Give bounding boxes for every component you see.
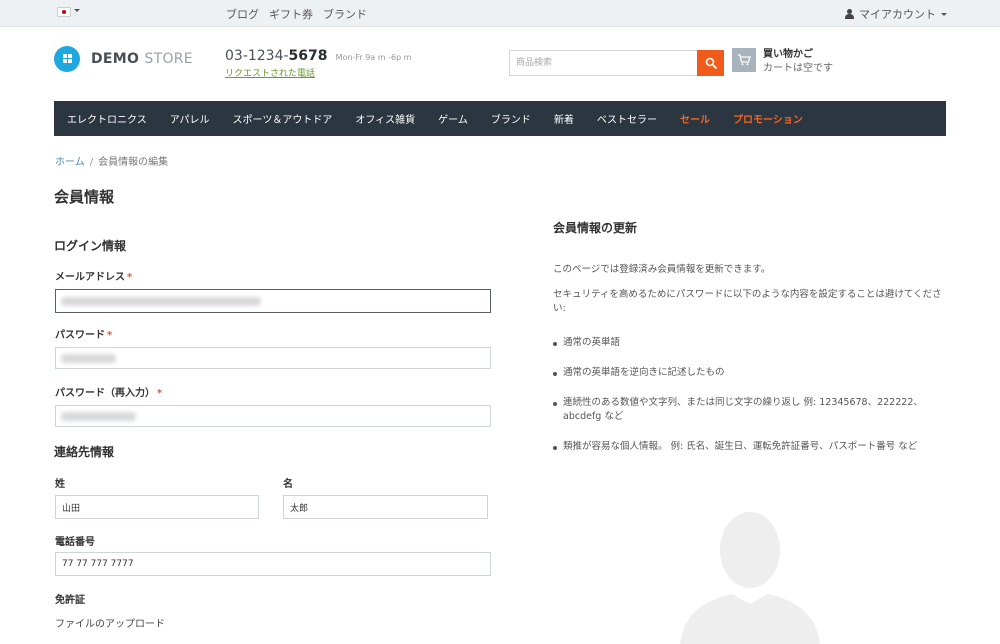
list-item: 連続性のある数値や文字列、または同じ文字の繰り返し 例: 12345678、22… <box>553 396 945 424</box>
japan-flag-icon[interactable] <box>57 7 71 17</box>
user-icon <box>845 9 854 19</box>
first-name-field[interactable] <box>283 495 488 519</box>
brand-link[interactable]: ブランド <box>323 6 367 22</box>
phone-label: 電話番号 <box>55 537 95 548</box>
store-logo[interactable]: DEMO STORE <box>54 46 193 72</box>
chevron-down-icon[interactable] <box>74 9 80 12</box>
cart[interactable]: 買い物かご カートは空です <box>732 48 833 76</box>
email-label: メールアドレス * <box>55 272 133 283</box>
list-item: 類推が容易な個人情報。 例: 氏名、誕生日、運転免許証番号、パスポート番号 など <box>553 440 945 454</box>
password-tips-list: 通常の英単語 通常の英単語を逆向きに記述したもの 連続性のある数値や文字列、また… <box>553 336 945 470</box>
top-links: ブログ ギフト券 ブランド <box>226 6 367 22</box>
search-bar <box>509 50 724 76</box>
search-input[interactable] <box>509 50 697 76</box>
password-label: パスワード * <box>55 330 113 341</box>
nav-item-electronics[interactable]: エレクトロニクス <box>67 111 147 126</box>
nav-item-new[interactable]: 新着 <box>554 111 574 126</box>
nav-item-sale[interactable]: セール <box>680 111 710 126</box>
nav-item-bestsellers[interactable]: ベストセラー <box>597 111 657 126</box>
phone-hours: Mon-Fr 9a m -6p m <box>335 53 412 62</box>
main-nav: エレクトロニクス アパレル スポーツ＆アウトドア オフィス雑貨 ゲーム ブランド… <box>54 101 946 136</box>
nav-item-office[interactable]: オフィス雑貨 <box>355 111 415 126</box>
last-name-field[interactable] <box>55 495 259 519</box>
password-confirm-redacted <box>61 412 136 421</box>
password-confirm-label: パスワード（再入力） * <box>55 388 163 399</box>
info-title: 会員情報の更新 <box>553 221 638 235</box>
list-item: 通常の英単語を逆向きに記述したもの <box>553 366 945 380</box>
logo-icon <box>54 46 80 72</box>
user-silhouette-icon <box>680 512 820 644</box>
list-item: 通常の英単語 <box>553 336 945 350</box>
email-redacted <box>61 297 261 306</box>
search-button[interactable] <box>697 50 724 76</box>
breadcrumb-home[interactable]: ホーム <box>55 157 85 168</box>
breadcrumb: ホーム / 会員情報の編集 <box>55 153 168 168</box>
cart-status: カートは空です <box>763 63 833 74</box>
my-account-menu[interactable]: マイアカウント <box>845 6 947 22</box>
last-name-label: 姓 <box>55 479 65 490</box>
login-section-title: ログイン情報 <box>54 239 127 253</box>
password-field[interactable] <box>55 347 491 369</box>
cart-title: 買い物かご <box>763 49 813 60</box>
callback-request-link[interactable]: リクエストされた電話 <box>225 66 411 79</box>
breadcrumb-current: 会員情報の編集 <box>98 157 169 168</box>
page-title: 会員情報 <box>54 188 115 206</box>
first-name-label: 名 <box>283 479 293 490</box>
logo-text: DEMO STORE <box>91 51 193 67</box>
my-account-label: マイアカウント <box>859 8 936 21</box>
contact-phone: 03-1234-5678 Mon-Fr 9a m -6p m リクエストされた電… <box>225 45 411 79</box>
license-label: 免許証 <box>55 595 85 606</box>
top-bar: ブログ ギフト券 ブランド マイアカウント <box>0 0 1000 27</box>
contact-section-title: 連絡先情報 <box>54 445 115 459</box>
nav-item-apparel[interactable]: アパレル <box>170 111 210 126</box>
blog-link[interactable]: ブログ <box>226 6 259 22</box>
file-upload-link[interactable]: ファイルのアップロード <box>55 615 165 630</box>
logo-light: STORE <box>144 51 193 67</box>
phone-number: 03-1234-5678 <box>225 48 328 64</box>
cart-summary: 買い物かご カートは空です <box>763 48 833 76</box>
password-redacted <box>61 354 116 363</box>
search-icon <box>705 57 717 69</box>
nav-item-sports[interactable]: スポーツ＆アウトドア <box>233 111 333 126</box>
cart-icon <box>732 48 756 72</box>
nav-item-games[interactable]: ゲーム <box>438 111 468 126</box>
logo-bold: DEMO <box>91 51 140 67</box>
phone-field[interactable] <box>55 552 491 576</box>
info-intro: このページでは登録済み会員情報を更新できます。 <box>553 264 771 275</box>
chevron-down-icon <box>941 12 947 16</box>
header: DEMO STORE 03-1234-5678 Mon-Fr 9a m -6p … <box>0 27 1000 101</box>
info-security-note: セキュリティを高めるためにパスワードに以下のような内容を設定することは避けてくだ… <box>553 289 942 314</box>
nav-item-promotion[interactable]: プロモーション <box>733 111 803 126</box>
breadcrumb-separator: / <box>89 157 94 168</box>
gift-card-link[interactable]: ギフト券 <box>269 6 313 22</box>
nav-item-brands[interactable]: ブランド <box>491 111 531 126</box>
